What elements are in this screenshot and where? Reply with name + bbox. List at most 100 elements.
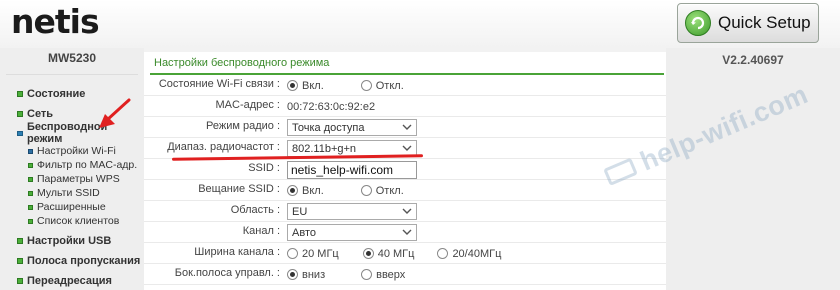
radio-label: Вкл.: [302, 184, 324, 197]
sidebar-subitem-advanced[interactable]: Расширенные: [0, 200, 144, 214]
netis-logo: netis: [11, 2, 100, 41]
region-select[interactable]: EU: [287, 203, 417, 220]
radio-mode-select[interactable]: Точка доступа: [287, 119, 417, 136]
quick-setup-button[interactable]: Quick Setup: [677, 3, 819, 43]
sidebar-subitem-wifi-settings[interactable]: Настройки Wi-Fi: [0, 144, 144, 158]
ssid-input[interactable]: netis_help-wifi.com: [287, 160, 417, 179]
row-sideband: Бок.полоса управл. : вниз вверх: [144, 264, 666, 285]
bullet-icon: [28, 190, 33, 196]
ssid-cell: netis_help-wifi.com: [287, 159, 417, 180]
sidebar-subitem-label: Список клиентов: [37, 215, 120, 227]
radio-label: Откл.: [375, 184, 404, 197]
sidebar-item-label: Полоса пропускания: [27, 255, 141, 267]
sidebar-subitem-mac-filter[interactable]: Фильтр по MAC-адр.: [0, 158, 144, 172]
model-name: MW5230: [47, 51, 97, 65]
width-40-option[interactable]: 40 МГц: [362, 247, 415, 260]
row-mac-address: MAC-адрес : 00:72:63:0c:92:e2: [144, 96, 666, 117]
sidebar-subitem-label: Параметры WPS: [37, 173, 120, 185]
row-channel: Канал : Авто: [144, 222, 666, 243]
bullet-icon: [28, 176, 33, 182]
sidebar-item-usb[interactable]: Настройки USB: [0, 232, 144, 250]
row-radio-mode: Режим радио : Точка доступа: [144, 117, 666, 138]
chevron-down-icon: [402, 145, 412, 151]
bullet-icon: [17, 238, 23, 244]
radio-label: 40 МГц: [377, 247, 415, 260]
field-label: Ширина канала :: [194, 246, 280, 258]
sidebar-item-label: Состояние: [27, 88, 86, 100]
chevron-down-icon: [402, 229, 412, 235]
firmware-version: V2.2.40697: [722, 53, 784, 67]
field-label: Диапаз. радиочастот :: [167, 141, 280, 153]
radio-down[interactable]: [287, 269, 298, 280]
sidebar-item-label: Настройки USB: [27, 235, 112, 247]
panel-top-strip: [144, 48, 666, 52]
field-label: Область :: [230, 204, 280, 216]
wifi-state-options: Вкл. Откл.: [287, 75, 404, 96]
ssid-broadcast-options: Вкл. Откл.: [287, 180, 404, 201]
sideband-options: вниз вверх: [287, 264, 405, 285]
sidebar-item-bandwidth[interactable]: Полоса пропускания: [0, 252, 144, 270]
expanded-bullet-icon: [17, 130, 23, 136]
select-value: Авто: [292, 226, 316, 239]
chevron-down-icon: [402, 208, 412, 214]
header-bar: netis Quick Setup: [0, 0, 840, 48]
radio-40mhz[interactable]: [362, 248, 374, 259]
sidebar-divider: [6, 74, 138, 75]
sidebar-item-label: Сеть: [27, 108, 54, 120]
channel-width-options: 20 МГц 40 МГц 20/40МГц: [287, 243, 501, 264]
router-icon: [603, 157, 638, 186]
width-20-option[interactable]: 20 МГц: [287, 248, 339, 260]
bullet-icon: [17, 278, 23, 284]
chevron-down-icon: [402, 124, 412, 130]
bullet-icon: [28, 162, 33, 168]
radio-label: вверх: [376, 268, 406, 281]
field-label: Канал :: [242, 225, 280, 237]
select-value: Точка доступа: [292, 121, 365, 134]
radio-on[interactable]: [287, 185, 298, 196]
sidebar: MW5230 Состояние Сеть Беспроводной режим…: [0, 48, 144, 290]
row-ssid: SSID : netis_help-wifi.com: [144, 159, 666, 180]
wifi-off-option[interactable]: Откл.: [360, 79, 404, 92]
page-title: Настройки беспроводного режима: [154, 57, 330, 69]
bullet-icon: [17, 258, 23, 264]
sideband-up-option[interactable]: вверх: [361, 269, 405, 281]
refresh-arrow-icon: [685, 10, 711, 36]
radio-label: Откл.: [375, 79, 404, 92]
radio-label: 20/40МГц: [452, 247, 502, 260]
field-label: Бок.полоса управл. :: [174, 267, 280, 279]
broadcast-off-option[interactable]: Откл.: [360, 184, 404, 197]
row-wifi-state: Состояние Wi-Fi связи : Вкл. Откл.: [144, 75, 666, 96]
field-label: Вещание SSID :: [198, 183, 280, 195]
sidebar-subitem-label: Фильтр по MAC-адр.: [37, 159, 138, 171]
region-cell: EU: [287, 201, 417, 222]
select-value: 802.11b+g+n: [292, 142, 357, 155]
radio-up[interactable]: [361, 269, 373, 280]
radio-off[interactable]: [360, 80, 372, 91]
sidebar-subitem-wps[interactable]: Параметры WPS: [0, 172, 144, 186]
radio-20mhz[interactable]: [287, 248, 298, 259]
sidebar-subitem-client-list[interactable]: Список клиентов: [0, 214, 144, 228]
radio-off[interactable]: [360, 185, 372, 196]
quick-setup-label: Quick Setup: [718, 13, 811, 32]
sidebar-item-forwarding[interactable]: Переадресация: [0, 272, 144, 290]
channel-select[interactable]: Авто: [287, 224, 417, 241]
radio-20-40mhz[interactable]: [437, 248, 449, 259]
row-channel-width: Ширина канала : 20 МГц 40 МГц 20/40МГц: [144, 243, 666, 264]
width-2040-option[interactable]: 20/40МГц: [437, 248, 501, 260]
sidebar-subitem-label: Расширенные: [37, 201, 106, 213]
radio-label: 20 МГц: [302, 247, 339, 260]
field-label: SSID :: [248, 162, 280, 174]
wifi-on-option[interactable]: Вкл.: [287, 80, 324, 92]
field-label: Режим радио :: [206, 120, 280, 132]
sidebar-subitem-label: Настройки Wi-Fi: [37, 145, 116, 157]
sidebar-subitem-multi-ssid[interactable]: Мульти SSID: [0, 186, 144, 200]
mac-address-value: 00:72:63:0c:92:e2: [287, 100, 376, 113]
bullet-icon: [28, 218, 33, 224]
radio-on[interactable]: [287, 80, 298, 91]
broadcast-on-option[interactable]: Вкл.: [287, 185, 324, 197]
row-region: Область : EU: [144, 201, 666, 222]
wireless-settings-panel: Настройки беспроводного режима Состояние…: [144, 48, 666, 290]
sideband-down-option[interactable]: вниз: [287, 269, 325, 281]
select-value: EU: [292, 205, 308, 218]
bullet-icon: [28, 148, 33, 154]
